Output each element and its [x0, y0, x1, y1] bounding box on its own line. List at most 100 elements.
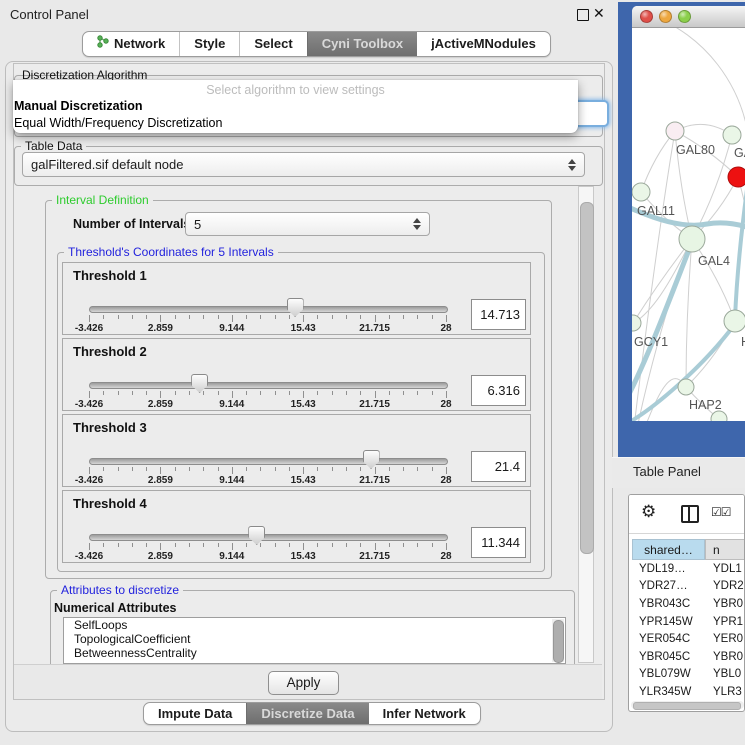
network-window-titlebar[interactable] [632, 6, 745, 28]
table-row[interactable]: YDR27…YDR2 [632, 578, 745, 596]
apply-button[interactable]: Apply [268, 671, 339, 695]
table-rows: YDL19…YDL1YDR27…YDR2YBR043CYBR0YPR145WYP… [632, 560, 745, 701]
mode-tab-label: Discretize Data [261, 703, 354, 724]
mode-tab-impute-data[interactable]: Impute Data [144, 703, 246, 724]
algorithm-dropdown-popup: Select algorithm to view settings Manual… [13, 80, 578, 133]
mode-tab-discretize-data[interactable]: Discretize Data [246, 703, 368, 724]
table-row[interactable]: YER054CYER0 [632, 630, 745, 648]
table-cell: YDL19… [632, 563, 705, 575]
settings-scrollbar[interactable] [578, 186, 594, 663]
slider-track[interactable] [89, 458, 448, 465]
threshold-panels: Threshold 1 -3.4262.8599.14415.4321.71528… [62, 262, 531, 566]
table-column-header[interactable]: n [705, 539, 745, 560]
mac-zoom-icon[interactable] [678, 10, 691, 23]
slider-axis-labels: -3.4262.8599.14415.4321.71528 [89, 399, 446, 410]
threshold-label: Threshold 3 [73, 420, 147, 435]
tab-select[interactable]: Select [239, 32, 306, 56]
numerical-attributes-list[interactable]: SelfLoopsTopologicalCoefficientBetweenne… [63, 617, 566, 664]
slider-axis-labels: -3.4262.8599.14415.4321.71528 [89, 475, 446, 486]
table-cell: YDR27… [632, 580, 705, 592]
node-table: ⚙ ☑☑ shared…n YDL19…YDL1YDR27…YDR2YBR043… [628, 494, 745, 712]
tab-label: jActiveMNodules [431, 32, 536, 56]
tab-jactivemnodules[interactable]: jActiveMNodules [417, 32, 550, 56]
number-of-intervals-value: 5 [194, 217, 409, 232]
algorithm-placeholder-option[interactable]: Select algorithm to view settings [13, 80, 578, 97]
table-row[interactable]: YDL19…YDL1 [632, 560, 745, 578]
table-data-selected-value: galFiltered.sif default node [31, 157, 564, 172]
slider-track[interactable] [89, 382, 448, 389]
table-toolbar: ⚙ ☑☑ [629, 495, 744, 534]
table-cell: YPR1 [705, 616, 745, 628]
svg-text:HAP2: HAP2 [689, 398, 722, 412]
number-of-intervals-spinner[interactable]: 5 [185, 212, 430, 236]
threshold-value-field[interactable]: 6.316 [471, 375, 526, 406]
number-of-intervals-label: Number of Intervals [73, 217, 190, 231]
gear-icon[interactable]: ⚙ [641, 502, 656, 522]
table-hscrollbar[interactable] [631, 701, 744, 709]
table-row[interactable]: YBR045CYBR0 [632, 648, 745, 666]
table-data-group-title: Table Data [21, 139, 86, 153]
table-cell: YBR043C [632, 598, 705, 610]
float-panel-icon[interactable] [577, 9, 589, 21]
table-cell: YDL1 [705, 563, 745, 575]
svg-text:GCY1: GCY1 [634, 335, 668, 349]
table-data-combobox[interactable]: galFiltered.sif default node [22, 152, 585, 177]
tab-label: Cyni Toolbox [322, 32, 403, 56]
tab-cyni-toolbox[interactable]: Cyni Toolbox [307, 32, 417, 56]
mode-tab-label: Infer Network [383, 703, 466, 724]
slider-axis-labels: -3.4262.8599.14415.4321.71528 [89, 323, 446, 334]
tab-label: Select [254, 32, 292, 56]
table-row[interactable]: YPR145WYPR1 [632, 613, 745, 631]
network-canvas[interactable]: GAL80GAGAL11GAL4GCY1HHAP2 [632, 28, 745, 421]
threshold-value-field[interactable]: 14.713 [471, 299, 526, 330]
cyni-mode-tabs: Impute Data Discretize Data Infer Network [143, 702, 481, 725]
mac-minimize-icon[interactable] [659, 10, 672, 23]
table-row[interactable]: YBR043CYBR0 [632, 595, 745, 613]
mac-close-icon[interactable] [640, 10, 653, 23]
network-window: GAL80GAGAL11GAL4GCY1HHAP2 [632, 6, 745, 421]
svg-text:GA: GA [734, 146, 745, 160]
combo-stepper-icon [568, 159, 576, 171]
slider-track[interactable] [89, 534, 448, 541]
attribute-list-item[interactable]: SelfLoops [64, 618, 565, 632]
table-cell: YDR2 [705, 580, 745, 592]
attribute-list-item[interactable]: TopologicalCoefficient [64, 632, 565, 646]
control-panel-titlebar: Control Panel ✕ [0, 0, 617, 28]
attribute-list-item[interactable]: BetweennessCentrality [64, 646, 565, 660]
threshold-value-field[interactable]: 21.4 [471, 451, 526, 482]
close-panel-icon[interactable]: ✕ [593, 5, 605, 22]
table-cell: YPR145W [632, 616, 705, 628]
table-row[interactable]: YBL079WYBL0 [632, 666, 745, 684]
mode-tab-label: Impute Data [158, 703, 232, 724]
split-column-icon[interactable] [681, 505, 699, 523]
spinner-stepper-icon [413, 218, 421, 230]
threshold-panel: Threshold 3 -3.4262.8599.14415.4321.71528… [62, 414, 531, 487]
mode-tab-infer-network[interactable]: Infer Network [369, 703, 480, 724]
svg-text:GAL80: GAL80 [676, 143, 715, 157]
table-column-header[interactable]: shared… [632, 539, 705, 560]
threshold-value-field[interactable]: 11.344 [471, 527, 526, 558]
network-icon [97, 32, 109, 56]
tab-label: Style [194, 32, 225, 56]
checkbox-pair-icon[interactable]: ☑☑ [711, 505, 731, 519]
threshold-panel: Threshold 4 -3.4262.8599.14415.4321.71528… [62, 490, 531, 563]
threshold-label: Threshold 4 [73, 496, 147, 511]
algorithm-option[interactable]: Equal Width/Frequency Discretization [13, 114, 578, 131]
settings-scrollbar-thumb[interactable] [580, 202, 594, 554]
numerical-attributes-label: Numerical Attributes [54, 601, 176, 615]
threshold-panel: Threshold 1 -3.4262.8599.14415.4321.71528… [62, 262, 531, 335]
tab-style[interactable]: Style [179, 32, 239, 56]
slider-track[interactable] [89, 306, 448, 313]
svg-text:GAL11: GAL11 [637, 204, 675, 218]
algorithm-option[interactable]: Manual Discretization [13, 97, 578, 114]
threshold-group-title: Threshold's Coordinates for 5 Intervals [64, 245, 278, 259]
table-cell: YBL0 [705, 668, 745, 680]
table-cell: YLR345W [632, 686, 705, 698]
slider-ticks [89, 315, 446, 323]
tab-label: Network [114, 32, 165, 56]
slider-axis-labels: -3.4262.8599.14415.4321.71528 [89, 551, 446, 562]
attributes-list-scrollbar[interactable] [552, 619, 564, 662]
table-row[interactable]: YLR345WYLR3 [632, 683, 745, 701]
tab-network[interactable]: Network [83, 32, 179, 56]
threshold-label: Threshold 1 [73, 268, 147, 283]
